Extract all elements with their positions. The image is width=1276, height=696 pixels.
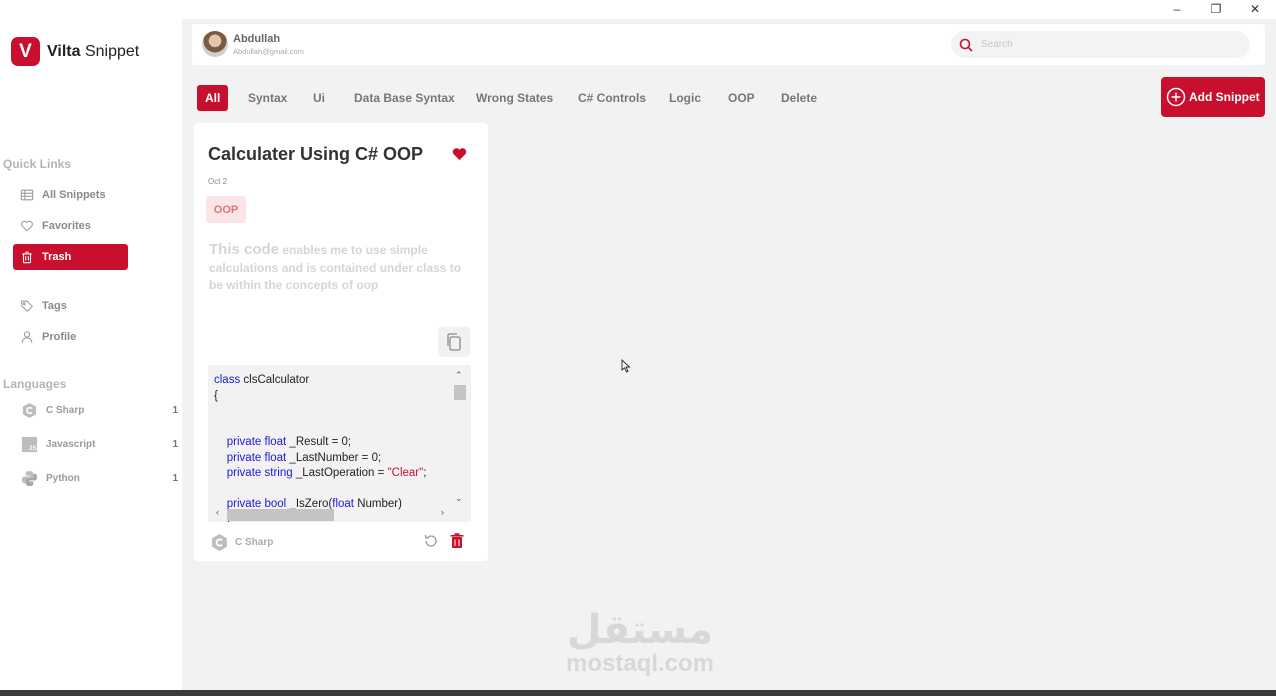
window-titlebar: – ❐ ✕: [182, 0, 1276, 19]
watermark-latin: mostaql.com: [565, 650, 715, 677]
watermark-arabic: مستقل: [566, 607, 714, 653]
tag-icon: [21, 300, 33, 312]
vertical-scrollbar[interactable]: ⌃ ⌄: [452, 370, 466, 507]
csharp-icon: [22, 402, 37, 418]
snippet-date: Oct 2: [208, 177, 228, 186]
watermark: مستقل mostaql.com: [560, 608, 720, 676]
sidebar-language-csharp[interactable]: C Sharp 1: [21, 400, 178, 420]
language-label: C Sharp: [46, 404, 85, 416]
code-viewer[interactable]: class clsCalculator { private float _Res…: [208, 365, 471, 522]
tab-syntax[interactable]: Syntax: [240, 85, 295, 111]
sidebar-item-label: Trash: [42, 251, 72, 263]
favorite-heart-icon[interactable]: [452, 147, 467, 161]
snippet-language: C Sharp: [210, 533, 273, 552]
heart-icon: [21, 220, 33, 232]
plus-circle-icon: [1166, 87, 1186, 107]
scroll-up-arrow[interactable]: ⌃: [455, 370, 463, 381]
delete-icon[interactable]: [450, 533, 464, 549]
sidebar-item-label: Favorites: [42, 220, 91, 232]
close-button[interactable]: ✕: [1245, 1, 1265, 17]
horizontal-scroll-thumb[interactable]: [227, 509, 334, 521]
search-icon: [959, 38, 973, 52]
avatar[interactable]: [202, 31, 228, 57]
python-icon: [21, 470, 38, 486]
app-title: Vilta Snippet: [47, 43, 139, 61]
user-name: Abdullah: [233, 33, 281, 45]
scroll-down-arrow[interactable]: ⌄: [455, 493, 463, 504]
bottom-edge: [0, 690, 1276, 696]
sidebar-language-python[interactable]: Python 1: [21, 468, 178, 488]
header: Abdullah Abdullah@gmail.com: [192, 24, 1265, 65]
code-content: class clsCalculator { private float _Res…: [214, 374, 427, 522]
sidebar-item-profile[interactable]: Profile: [13, 324, 128, 350]
vertical-scroll-thumb[interactable]: [454, 385, 466, 400]
tab-logic[interactable]: Logic: [661, 85, 709, 111]
tab-all[interactable]: All: [197, 85, 229, 111]
user-email: Abdullah@gmail.com: [233, 47, 304, 56]
snippet-description: This code enables me to use simple calcu…: [209, 241, 471, 295]
add-snippet-button[interactable]: Add Snippet: [1161, 77, 1265, 117]
mouse-cursor-icon: [621, 359, 631, 373]
add-snippet-label: Add Snippet: [1189, 90, 1260, 104]
sidebar-item-favorites[interactable]: Favorites: [13, 213, 128, 239]
logo-badge: V: [11, 37, 40, 66]
copy-icon: [447, 333, 461, 351]
search-input[interactable]: [981, 39, 1231, 50]
description-lead: This code: [209, 241, 280, 258]
language-label: Python: [46, 472, 80, 484]
javascript-icon: JS: [21, 436, 38, 452]
snippet-tag[interactable]: OOP: [206, 196, 246, 223]
sidebar-item-trash[interactable]: Trash: [13, 244, 128, 270]
restore-icon[interactable]: [423, 533, 439, 549]
search-box[interactable]: [951, 31, 1250, 58]
maximize-button[interactable]: ❐: [1206, 1, 1226, 17]
scroll-right-arrow[interactable]: ›: [441, 507, 444, 517]
trash-icon: [22, 251, 32, 264]
snippet-card[interactable]: Calculater Using C# OOP Oct 2 OOP This c…: [194, 123, 488, 561]
sidebar-item-label: Profile: [42, 331, 77, 343]
language-count: 1: [172, 472, 178, 484]
language-count: 1: [172, 404, 178, 416]
languages-title: Languages: [3, 377, 67, 391]
horizontal-scrollbar[interactable]: ‹ ›: [208, 507, 453, 521]
sidebar-item-label: Tags: [42, 300, 67, 312]
app-title-bold: Vilta: [47, 42, 81, 60]
app-logo: V Vilta Snippet: [11, 37, 139, 66]
sidebar-item-tags[interactable]: Tags: [13, 293, 128, 319]
sidebar-language-javascript[interactable]: JS Javascript 1: [21, 434, 178, 454]
svg-text:JS: JS: [29, 445, 38, 452]
csharp-icon: [212, 534, 227, 551]
language-label: Javascript: [46, 438, 96, 450]
minimize-button[interactable]: –: [1167, 1, 1187, 17]
scroll-left-arrow[interactable]: ‹: [216, 507, 219, 517]
sidebar-item-label: All Snippets: [42, 189, 106, 201]
snippet-language-label: C Sharp: [235, 537, 274, 548]
tab-delete[interactable]: Delete: [773, 85, 825, 111]
copy-button[interactable]: [438, 327, 470, 357]
tab-data-base-syntax[interactable]: Data Base Syntax: [346, 85, 463, 111]
tab-wrong-states[interactable]: Wrong States: [468, 85, 561, 111]
table-icon: [20, 189, 34, 201]
quick-links-title: Quick Links: [3, 157, 72, 171]
snippet-title: Calculater Using C# OOP: [208, 144, 424, 164]
tab-ui[interactable]: Ui: [305, 85, 333, 111]
sidebar: V Vilta Snippet Quick Links All Snippets…: [0, 0, 182, 696]
language-count: 1: [172, 438, 178, 450]
tab-oop[interactable]: OOP: [720, 85, 763, 111]
app-title-rest: Snippet: [80, 42, 140, 60]
sidebar-item-all-snippets[interactable]: All Snippets: [13, 182, 128, 208]
tab-csharp-controls[interactable]: C# Controls: [570, 85, 654, 111]
user-icon: [21, 331, 33, 343]
